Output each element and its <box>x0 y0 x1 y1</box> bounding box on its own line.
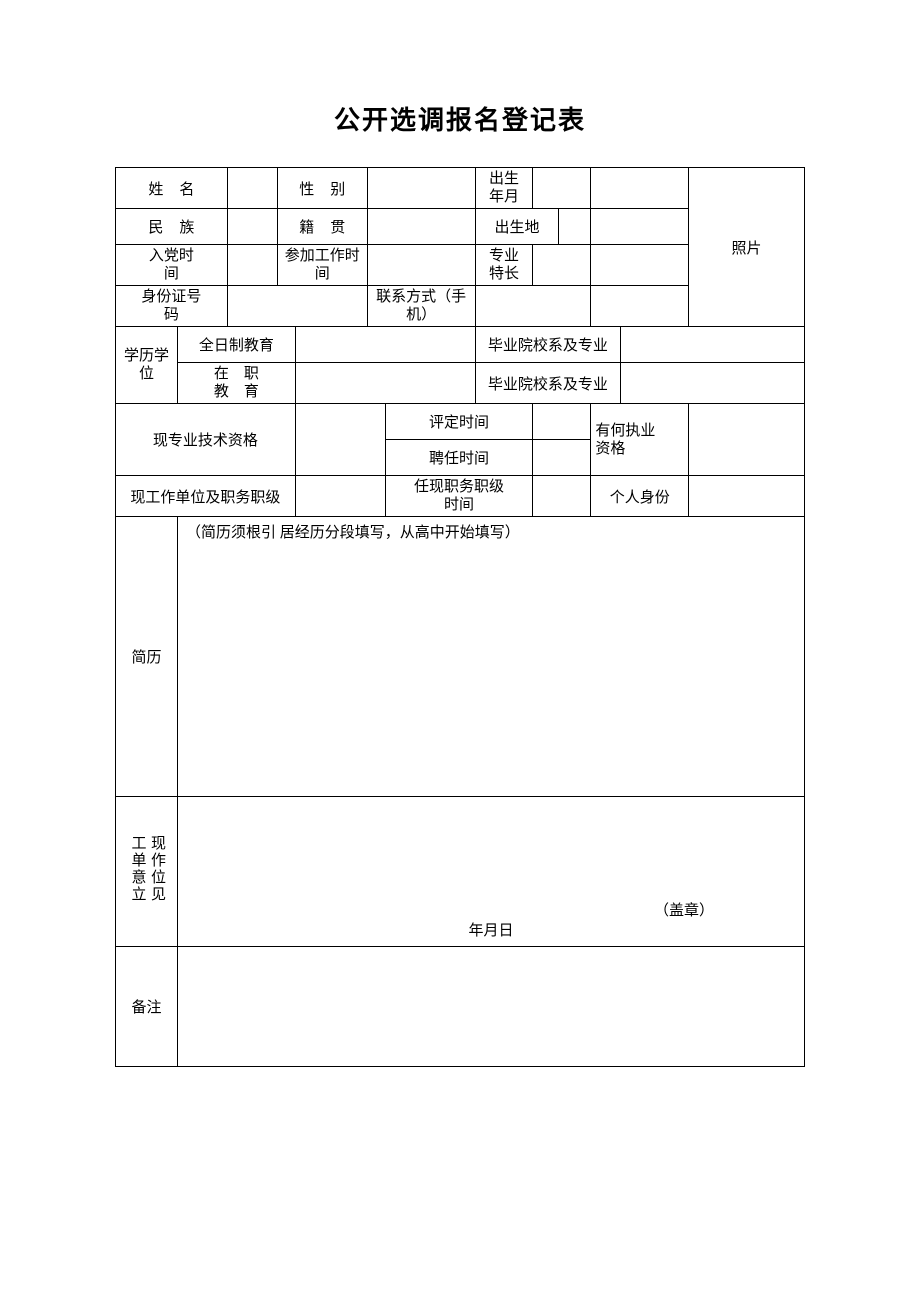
form-title: 公开选调报名登记表 <box>115 100 805 137</box>
field-native-place[interactable] <box>367 209 475 245</box>
registration-form: 姓名 性别 出生 年月 照片 民族 籍贯 出生地 入党时 间 参加工作时 间 专… <box>115 167 805 1067</box>
label-party-join: 入党时 间 <box>116 245 228 286</box>
field-work-start[interactable] <box>367 245 475 286</box>
label-tech-title: 现专业技术资格 <box>116 404 296 476</box>
field-practice-qual[interactable] <box>689 404 805 476</box>
field-contact[interactable] <box>475 286 591 327</box>
label-specialty: 专业 特长 <box>475 245 533 286</box>
label-current-unit: 现工作单位及职务职级 <box>116 476 296 517</box>
field-appoint-time[interactable] <box>533 440 591 476</box>
field-specialty-extra[interactable] <box>591 245 689 286</box>
label-practice-qual: 有何执业 资格 <box>591 404 689 476</box>
field-birth[interactable] <box>533 168 591 209</box>
field-contact-extra[interactable] <box>591 286 689 327</box>
label-fulltime-edu: 全日制教育 <box>177 327 295 363</box>
field-grad-school-1[interactable] <box>621 327 805 363</box>
label-personal-identity: 个人身份 <box>591 476 689 517</box>
label-native-place: 籍贯 <box>277 209 367 245</box>
label-assess-time: 评定时间 <box>385 404 533 440</box>
field-birthplace-extra[interactable] <box>591 209 689 245</box>
field-assess-time[interactable] <box>533 404 591 440</box>
label-contact: 联系方式（手 机） <box>367 286 475 327</box>
label-edu-degree: 学历学 位 <box>116 327 178 404</box>
stamp-text: （盖章） <box>654 899 714 920</box>
field-current-unit[interactable] <box>295 476 385 517</box>
date-text: 年月日 <box>468 919 513 940</box>
label-birth: 出生 年月 <box>475 168 533 209</box>
field-inservice-edu[interactable] <box>295 363 475 404</box>
field-tech-title[interactable] <box>295 404 385 476</box>
label-grad-school-2: 毕业院校系及专业 <box>475 363 621 404</box>
label-grad-school-1: 毕业院校系及专业 <box>475 327 621 363</box>
field-ethnicity[interactable] <box>227 209 277 245</box>
label-id-number: 身份证号 码 <box>116 286 228 327</box>
field-remark[interactable] <box>177 947 804 1067</box>
field-unit-opinion[interactable]: （盖章） 年月日 <box>177 797 804 947</box>
field-resume[interactable]: （简历须根引 居经历分段填写，从高中开始填写） <box>177 517 804 797</box>
field-birthplace[interactable] <box>559 209 591 245</box>
field-grad-school-2[interactable] <box>621 363 805 404</box>
label-resume: 简历 <box>116 517 178 797</box>
field-position-time[interactable] <box>533 476 591 517</box>
field-personal-identity[interactable] <box>689 476 805 517</box>
field-party-join[interactable] <box>227 245 277 286</box>
label-birthplace: 出生地 <box>475 209 559 245</box>
label-appoint-time: 聘任时间 <box>385 440 533 476</box>
label-inservice-edu: 在 职教 育 <box>177 363 295 404</box>
label-gender: 性别 <box>277 168 367 209</box>
field-specialty[interactable] <box>533 245 591 286</box>
label-work-start: 参加工作时 间 <box>277 245 367 286</box>
field-id-number[interactable] <box>227 286 367 327</box>
label-position-time: 任现职务职级 时间 <box>385 476 533 517</box>
photo-cell[interactable]: 照片 <box>689 168 805 327</box>
field-fulltime-edu[interactable] <box>295 327 475 363</box>
label-name: 姓名 <box>116 168 228 209</box>
label-ethnicity: 民族 <box>116 209 228 245</box>
label-remark: 备注 <box>116 947 178 1067</box>
field-name[interactable] <box>227 168 277 209</box>
field-gender[interactable] <box>367 168 475 209</box>
field-birth-extra[interactable] <box>591 168 689 209</box>
label-unit-opinion: 工单意立现作位见 <box>116 797 178 947</box>
